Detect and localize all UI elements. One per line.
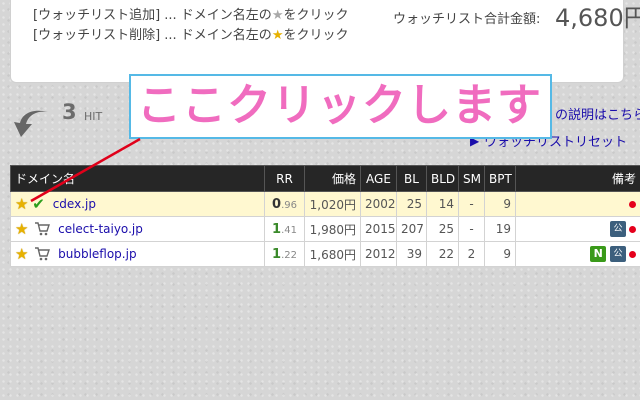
hit-label: HIT bbox=[84, 110, 103, 123]
domain-table: ドメイン名 RR 価格 AGE BL BLD SM BPT 備考 ★ ✔ cde… bbox=[10, 165, 640, 267]
bld-cell: 14 bbox=[426, 191, 459, 217]
annotation-callout: ここクリックします bbox=[129, 74, 552, 139]
domain-cell: ★ bubbleflop.jp bbox=[10, 241, 265, 267]
sm-cell: - bbox=[458, 191, 485, 217]
header-age[interactable]: AGE bbox=[360, 165, 397, 192]
table-row: ★ ✔ cdex.jp 0.96 1,020円 2002 25 14 - 9 bbox=[10, 191, 640, 217]
watchlist-star-icon[interactable]: ★ bbox=[15, 221, 28, 237]
age-cell: 2002 bbox=[360, 191, 397, 217]
back-arrow-icon[interactable] bbox=[14, 108, 50, 138]
header-rr[interactable]: RR bbox=[264, 165, 305, 192]
sm-cell: - bbox=[458, 216, 485, 242]
bpt-cell: 9 bbox=[484, 241, 516, 267]
hit-count: 3 bbox=[62, 100, 77, 124]
rr-decimal: .41 bbox=[281, 224, 297, 236]
domain-link[interactable]: cdex.jp bbox=[53, 197, 96, 211]
watchlist-star-icon[interactable]: ★ bbox=[15, 196, 28, 212]
rr-value: 0 bbox=[272, 196, 282, 212]
domain-link[interactable]: bubbleflop.jp bbox=[58, 247, 136, 261]
official-badge-icon: 公 bbox=[610, 221, 626, 237]
cart-icon[interactable] bbox=[34, 222, 51, 236]
bpt-cell: 19 bbox=[484, 216, 516, 242]
watchlist-total-label: ウォッチリスト合計金額: bbox=[393, 12, 541, 27]
callout-text: ここクリックします bbox=[137, 80, 542, 131]
check-icon[interactable]: ✔ bbox=[32, 196, 45, 212]
notes-cell: N 公 bbox=[515, 241, 640, 267]
domain-cell: ★ celect-taiyo.jp bbox=[10, 216, 265, 242]
header-bpt[interactable]: BPT bbox=[484, 165, 516, 192]
help-link[interactable]: の説明はこちら bbox=[555, 104, 640, 123]
watchlist-add-instruction: [ウォッチリスト追加] ... ドメイン名左の★をクリック bbox=[33, 4, 348, 23]
rr-decimal: .22 bbox=[281, 249, 297, 261]
status-dot-icon bbox=[629, 250, 636, 258]
header-bl[interactable]: BL bbox=[396, 165, 427, 192]
domain-link[interactable]: celect-taiyo.jp bbox=[58, 222, 143, 236]
status-dot-icon bbox=[629, 201, 636, 208]
header-bld[interactable]: BLD bbox=[426, 165, 459, 192]
header-sm[interactable]: SM bbox=[458, 165, 485, 192]
age-cell: 2015 bbox=[360, 216, 397, 242]
gold-star-icon: ★ bbox=[271, 28, 284, 43]
watchlist-total-value: 4,680円 bbox=[555, 4, 640, 32]
cart-icon[interactable] bbox=[34, 247, 51, 261]
watchlist-remove-instruction: [ウォッチリスト削除] ... ドメイン名左の★をクリック bbox=[33, 24, 348, 43]
sm-cell: 2 bbox=[458, 241, 485, 267]
watchlist-info-panel: [ウォッチリスト追加] ... ドメイン名左の★をクリック [ウォッチリスト削除… bbox=[10, 0, 640, 83]
price-cell: 1,980円 bbox=[304, 216, 361, 242]
rr-cell: 1.41 bbox=[264, 216, 305, 242]
header-notes: 備考 bbox=[515, 165, 640, 192]
new-badge-icon: N bbox=[590, 246, 607, 262]
status-dot-icon bbox=[629, 225, 636, 233]
grey-star-icon: ★ bbox=[271, 8, 284, 23]
add-instruction-suffix: をクリック bbox=[283, 8, 349, 23]
watchlist-star-icon[interactable]: ★ bbox=[15, 246, 28, 262]
rr-value: 1 bbox=[272, 246, 282, 262]
remove-instruction-suffix: をクリック bbox=[283, 28, 349, 43]
bl-cell: 25 bbox=[396, 191, 427, 217]
age-cell: 2012 bbox=[360, 241, 397, 267]
bld-cell: 22 bbox=[426, 241, 459, 267]
header-price[interactable]: 価格 bbox=[304, 165, 361, 192]
notes-cell: 公 bbox=[515, 216, 640, 242]
domain-cell: ★ ✔ cdex.jp bbox=[10, 191, 265, 217]
remove-instruction-text: [ウォッチリスト削除] ... ドメイン名左の bbox=[33, 28, 272, 43]
table-row: ★ bubbleflop.jp 1.22 1,680円 2012 39 22 2… bbox=[10, 241, 640, 267]
table-row: ★ celect-taiyo.jp 1.41 1,980円 2015 207 2… bbox=[10, 216, 640, 242]
bl-cell: 39 bbox=[396, 241, 427, 267]
price-cell: 1,680円 bbox=[304, 241, 361, 267]
rr-decimal: .96 bbox=[281, 199, 297, 211]
official-badge-icon: 公 bbox=[610, 246, 626, 262]
notes-cell bbox=[515, 191, 640, 217]
header-domain[interactable]: ドメイン名 bbox=[10, 165, 265, 192]
rr-cell: 1.22 bbox=[264, 241, 305, 267]
bl-cell: 207 bbox=[396, 216, 427, 242]
add-instruction-text: [ウォッチリスト追加] ... ドメイン名左の bbox=[33, 8, 272, 23]
price-cell: 1,020円 bbox=[304, 191, 361, 217]
bld-cell: 25 bbox=[426, 216, 459, 242]
rr-cell: 0.96 bbox=[264, 191, 305, 217]
table-header-row: ドメイン名 RR 価格 AGE BL BLD SM BPT 備考 bbox=[10, 165, 640, 192]
bpt-cell: 9 bbox=[484, 191, 516, 217]
rr-value: 1 bbox=[272, 221, 282, 237]
